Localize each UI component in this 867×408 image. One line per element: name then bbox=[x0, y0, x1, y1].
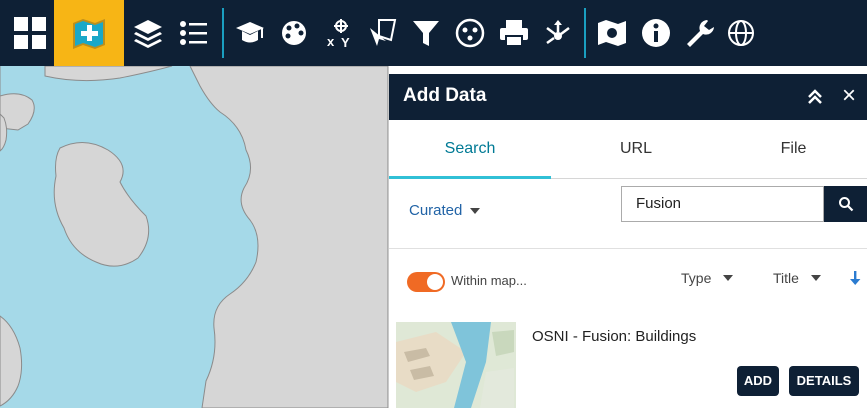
info-button[interactable] bbox=[634, 0, 678, 66]
grid-button[interactable] bbox=[8, 0, 52, 66]
mortarboard-icon bbox=[236, 22, 264, 43]
share-icon bbox=[546, 20, 570, 45]
tab-search[interactable]: Search bbox=[389, 120, 551, 178]
map-canvas bbox=[0, 66, 388, 408]
chevron-down-icon bbox=[723, 275, 734, 281]
add-data-button[interactable] bbox=[54, 0, 124, 66]
education-button[interactable] bbox=[228, 0, 272, 66]
wrench-icon bbox=[687, 20, 714, 47]
tools-button[interactable] bbox=[678, 0, 722, 66]
tab-bar: Search URL File bbox=[389, 120, 867, 179]
collapse-button[interactable] bbox=[804, 86, 826, 108]
filter-button[interactable] bbox=[404, 0, 448, 66]
result-thumbnail[interactable] bbox=[396, 322, 516, 408]
globe-button[interactable] bbox=[722, 0, 762, 66]
scope-dropdown[interactable]: Curated bbox=[409, 202, 481, 219]
analysis-button[interactable] bbox=[448, 0, 492, 66]
map-view[interactable] bbox=[0, 66, 388, 408]
tab-url[interactable]: URL bbox=[561, 120, 711, 178]
legend-list-icon bbox=[180, 21, 207, 45]
map-thumbnail-image bbox=[396, 322, 516, 408]
add-data-panel: Add Data × Search URL File Curated Fusio… bbox=[388, 66, 867, 408]
list-item: OSNI - Fusion: Buildings ADD DETAILS bbox=[389, 318, 867, 408]
within-map-label: Within map... bbox=[451, 273, 527, 288]
xy-coordinates-icon: x Y bbox=[327, 19, 350, 50]
filter-icon bbox=[413, 21, 439, 46]
print-button[interactable] bbox=[492, 0, 536, 66]
details-button[interactable]: DETAILS bbox=[789, 366, 859, 396]
svg-text:Y: Y bbox=[341, 35, 350, 50]
tab-file[interactable]: File bbox=[719, 120, 867, 178]
add-button[interactable]: ADD bbox=[737, 366, 779, 396]
select-features-icon bbox=[370, 19, 397, 46]
layers-button[interactable] bbox=[126, 0, 170, 66]
search-button[interactable] bbox=[824, 186, 867, 222]
symbology-button[interactable] bbox=[272, 0, 316, 66]
svg-text:x: x bbox=[327, 34, 335, 49]
sort-direction-button[interactable] bbox=[849, 269, 861, 287]
divider bbox=[389, 248, 867, 249]
type-sort-label: Type bbox=[681, 270, 712, 286]
title-sort-label: Title bbox=[773, 270, 799, 286]
layers-icon bbox=[134, 20, 162, 48]
close-button[interactable]: × bbox=[838, 83, 860, 109]
grid-icon bbox=[14, 17, 46, 49]
active-tab-indicator bbox=[389, 176, 551, 179]
title-sort-dropdown[interactable]: Title bbox=[773, 270, 821, 286]
panel-header: Add Data × bbox=[389, 74, 867, 120]
search-input[interactable]: Fusion bbox=[621, 186, 824, 222]
palette-icon bbox=[282, 21, 306, 45]
panel-title: Add Data bbox=[403, 85, 487, 106]
double-chevron-up-icon bbox=[808, 89, 822, 104]
basemap-icon bbox=[598, 20, 626, 46]
search-icon bbox=[839, 197, 854, 212]
basemap-button[interactable] bbox=[590, 0, 634, 66]
within-map-toggle[interactable] bbox=[407, 272, 445, 292]
globe-icon bbox=[728, 20, 754, 46]
chevron-down-icon bbox=[810, 275, 821, 281]
toolbar-divider bbox=[584, 8, 586, 58]
share-button[interactable] bbox=[536, 0, 580, 66]
legend-button[interactable] bbox=[172, 0, 216, 66]
search-input-value: Fusion bbox=[636, 195, 682, 212]
arrow-down-icon bbox=[850, 271, 861, 285]
type-sort-dropdown[interactable]: Type bbox=[681, 270, 734, 286]
add-data-icon bbox=[73, 19, 105, 49]
toolbar: x Y bbox=[0, 0, 867, 66]
analysis-icon bbox=[455, 18, 485, 48]
scope-dropdown-label: Curated bbox=[409, 202, 463, 219]
toolbar-divider bbox=[222, 8, 224, 58]
coordinates-button[interactable]: x Y bbox=[316, 0, 360, 66]
print-icon bbox=[500, 20, 528, 47]
info-icon bbox=[642, 19, 670, 47]
select-button[interactable] bbox=[360, 0, 404, 66]
chevron-down-icon bbox=[470, 207, 481, 214]
result-title: OSNI - Fusion: Buildings bbox=[532, 328, 697, 345]
toggle-knob bbox=[427, 274, 443, 290]
